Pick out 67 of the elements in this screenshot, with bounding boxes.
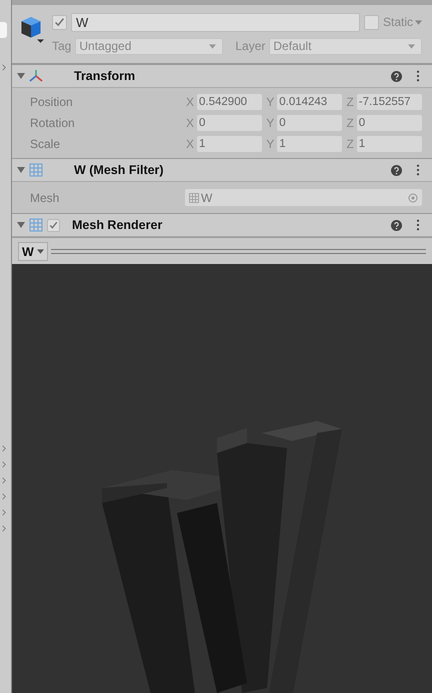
property-label: Position	[30, 94, 74, 108]
axis-label: Y	[266, 94, 274, 108]
chevron-right-icon[interactable]	[2, 461, 6, 468]
number-field[interactable]: 0	[197, 114, 262, 130]
number-field[interactable]: 0	[356, 114, 422, 130]
number-field[interactable]: 0.014243	[277, 94, 342, 110]
component-header[interactable]: W (Mesh Filter)	[12, 158, 432, 182]
axes-icon	[29, 69, 43, 83]
enabled-checkbox[interactable]	[47, 218, 60, 232]
caret-icon	[36, 249, 44, 254]
more-options-icon[interactable]	[416, 219, 420, 231]
foldout-triangle-icon[interactable]	[17, 221, 25, 229]
axis-label: X	[186, 136, 194, 150]
caret-icon	[209, 44, 216, 48]
caret-icon	[415, 20, 422, 24]
number-field[interactable]: 1	[277, 136, 342, 152]
more-options-icon[interactable]	[416, 70, 420, 82]
number-field[interactable]: 0	[277, 114, 342, 130]
component-title: W (Mesh Filter)	[74, 163, 165, 177]
preview-dropdown[interactable]: W	[18, 242, 48, 261]
mesh-name: W	[201, 190, 214, 204]
number-field[interactable]: -7.152557	[356, 94, 422, 110]
axis-label: Y	[266, 116, 274, 130]
layer-dropdown[interactable]: Default	[269, 38, 422, 54]
static-dropdown[interactable]: Static	[382, 15, 422, 29]
tag-dropdown[interactable]: Untagged	[75, 38, 224, 54]
property-label: Rotation	[30, 116, 76, 130]
number-field[interactable]: 1	[197, 136, 262, 152]
active-checkbox[interactable]	[52, 14, 67, 30]
number-field[interactable]: 1	[356, 136, 422, 152]
axis-label: Z	[346, 116, 354, 130]
help-icon[interactable]	[391, 70, 402, 82]
static-checkbox[interactable]	[364, 14, 379, 30]
help-icon[interactable]	[391, 164, 402, 176]
axis-label: X	[186, 116, 194, 130]
chevron-right-icon[interactable]	[2, 64, 6, 71]
chevron-right-icon[interactable]	[2, 493, 6, 500]
layer-label: Layer	[235, 39, 266, 53]
chevron-right-icon[interactable]	[2, 525, 6, 532]
chevron-right-icon[interactable]	[2, 509, 6, 516]
chevron-right-icon[interactable]	[2, 477, 6, 484]
axis-label: Z	[346, 136, 354, 150]
more-options-icon[interactable]	[416, 164, 420, 176]
chevron-right-icon[interactable]	[2, 445, 6, 452]
target-icon[interactable]	[408, 192, 418, 202]
name-field[interactable]: W	[71, 12, 360, 32]
grid-icon	[189, 192, 199, 202]
grid-icon	[29, 163, 43, 177]
mesh-field[interactable]: W	[185, 189, 422, 206]
property-label: Mesh	[30, 190, 60, 204]
number-field[interactable]: 0.542900	[197, 94, 262, 110]
hierarchy-field	[0, 22, 7, 38]
caret-icon	[408, 44, 415, 48]
component-title: Mesh Renderer	[72, 218, 164, 232]
axis-label: Z	[346, 94, 354, 108]
foldout-triangle-icon[interactable]	[17, 72, 25, 80]
component-header[interactable]: Mesh Renderer	[12, 213, 432, 237]
grid-icon	[29, 218, 43, 232]
property-label: Scale	[30, 136, 62, 150]
resize-handle[interactable]	[50, 249, 426, 254]
axis-label: X	[186, 94, 194, 108]
help-icon[interactable]	[391, 220, 402, 230]
component-header[interactable]: Transform	[12, 64, 432, 88]
foldout-triangle-icon[interactable]	[17, 166, 25, 174]
tag-label: Tag	[52, 39, 72, 53]
component-title: Transform	[74, 69, 136, 83]
axis-label: Y	[266, 136, 274, 150]
